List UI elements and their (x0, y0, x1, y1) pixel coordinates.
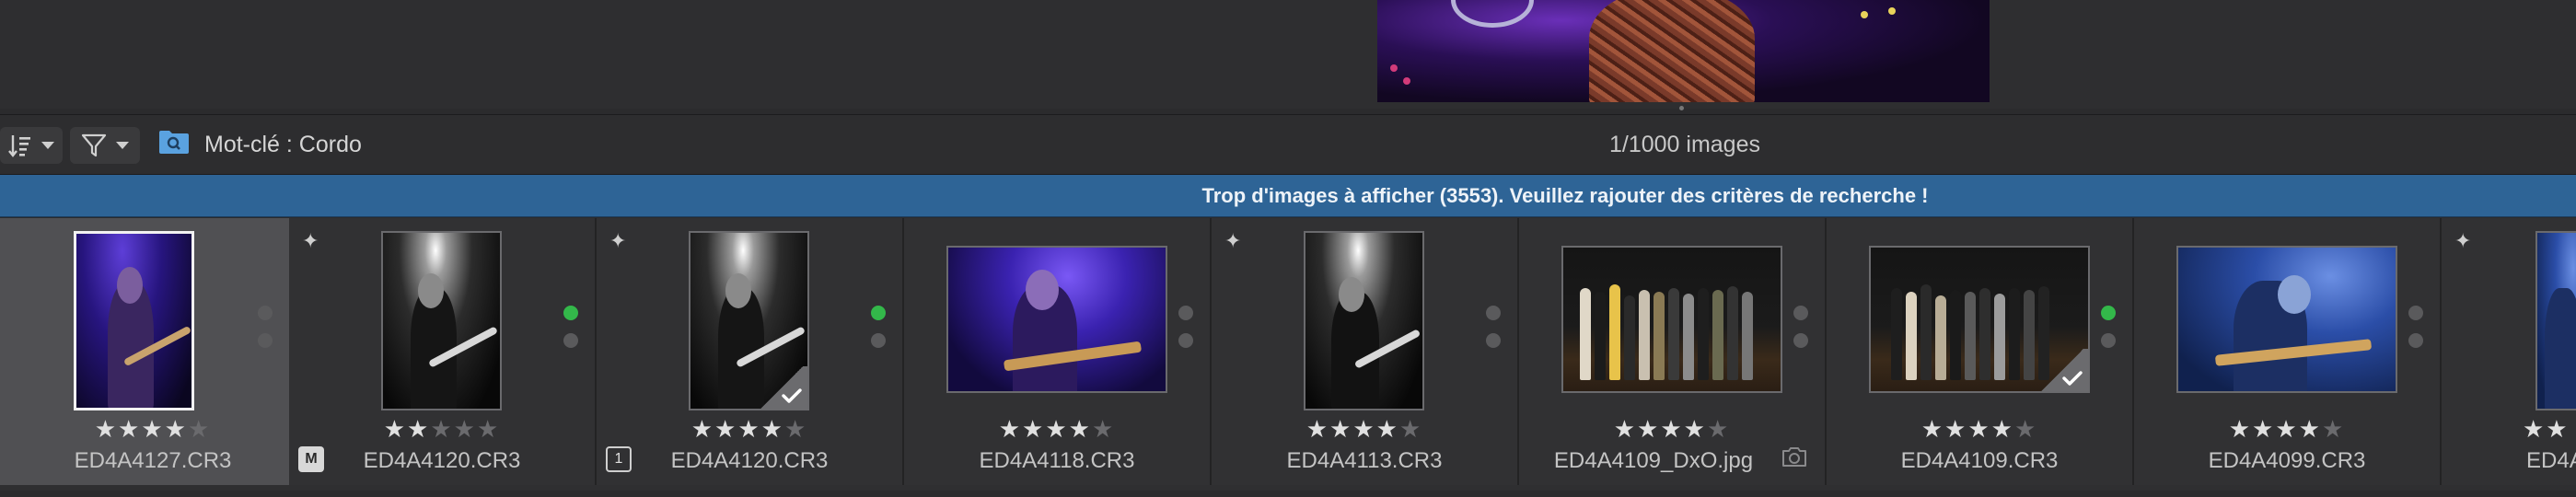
filmstrip-item[interactable]: ★★★★★ ED4A4127.CR3 (0, 218, 307, 485)
warning-text: Trop d'images à afficher (3553). Veuille… (1201, 184, 1929, 207)
preview-dress (1589, 0, 1755, 102)
color-label-dot[interactable] (563, 306, 578, 320)
filmstrip-item[interactable]: ★★★★★ ED4A4099.CR3 (2134, 218, 2442, 485)
chevron-down-icon (116, 142, 129, 149)
checkmark-icon (782, 388, 802, 403)
thumbnail[interactable] (1304, 231, 1424, 410)
star-rating[interactable]: ★★★★★ (0, 415, 306, 444)
splitter-handle[interactable] (1679, 106, 1684, 110)
star-rating[interactable]: ★★★★★ (1519, 415, 1825, 444)
checked-marker (2036, 349, 2088, 391)
filmstrip: ★★★★★ ED4A4127.CR3 ✦ ★★★★★ M ED4A4120.CR… (0, 218, 2576, 491)
filmstrip-item[interactable]: ★★★★★ ED4A4118.CR3 (904, 218, 1212, 485)
star-rating[interactable]: ★★★★★ (904, 415, 1210, 444)
thumbnail[interactable] (381, 231, 502, 410)
color-label-dot[interactable] (871, 306, 886, 320)
stage-light (1861, 11, 1868, 18)
filmstrip-item[interactable]: ✦ ★★★★★ 1 ED4A4120.CR3 (597, 218, 904, 485)
sparkle-icon: ✦ (2454, 229, 2472, 252)
sort-button[interactable] (0, 127, 63, 164)
file-name: ED4A (2526, 448, 2576, 473)
checkmark-icon (2062, 371, 2083, 386)
file-name: ED4A4118.CR3 (979, 448, 1135, 473)
file-name: ED4A4109_DxO.jpg (1553, 448, 1754, 473)
filmstrip-item[interactable]: ★★★★★ ED4A4109.CR3 (1827, 218, 2134, 485)
color-label-dot[interactable] (1486, 306, 1501, 320)
filmstrip-item[interactable]: ✦ ★★★★★ ED4A4113.CR3 (1212, 218, 1519, 485)
camera-icon (1782, 447, 1806, 467)
sparkle-icon: ✦ (302, 229, 319, 252)
thumbnail[interactable] (2176, 246, 2397, 393)
file-name: ED4A4120.CR3 (363, 448, 521, 473)
funnel-icon (81, 133, 107, 157)
color-label-dot[interactable] (1178, 306, 1193, 320)
checked-marker (756, 366, 807, 409)
preview-image (1377, 0, 1990, 102)
color-label-dot[interactable] (258, 306, 273, 320)
thumbnail[interactable] (1869, 246, 2090, 393)
thumbnail[interactable] (689, 231, 809, 410)
preview-microphone (1451, 0, 1534, 28)
stage-light (1403, 77, 1410, 85)
image-count: 1/1000 images (1608, 132, 1760, 157)
color-label-dot[interactable] (2101, 306, 2116, 320)
color-label-dot[interactable] (2408, 306, 2423, 320)
thumbnail[interactable] (1561, 246, 1782, 393)
tag-dot[interactable] (563, 333, 578, 348)
file-name: ED4A4113.CR3 (1286, 448, 1443, 473)
sort-list-icon (8, 135, 30, 157)
tag-dot[interactable] (1486, 333, 1501, 348)
image-viewer (0, 0, 2576, 110)
tag-dot[interactable] (2408, 333, 2423, 348)
tag-dot[interactable] (1178, 333, 1193, 348)
file-name: ED4A4109.CR3 (1900, 448, 2059, 473)
filmstrip-toolbar (0, 114, 2576, 175)
file-name: ED4A4120.CR3 (670, 448, 829, 473)
tag-dot[interactable] (871, 333, 886, 348)
filmstrip-item[interactable]: ✦ ★★★★★ M ED4A4120.CR3 (289, 218, 597, 485)
tag-dot[interactable] (258, 333, 273, 348)
stage-light (1390, 64, 1398, 72)
star-rating[interactable]: ★★★★★ (597, 415, 902, 444)
keyword-filter-label: Mot-clé : Cordo (204, 132, 362, 157)
folder-search-icon (159, 131, 189, 154)
file-name: ED4A4099.CR3 (2208, 448, 2366, 473)
star-rating[interactable]: ★★★★★ (289, 415, 595, 444)
sparkle-icon: ✦ (609, 229, 627, 252)
file-name: ED4A4127.CR3 (74, 448, 232, 473)
tag-dot[interactable] (1793, 333, 1808, 348)
star-rating[interactable]: ★★★★★ (1827, 415, 2132, 444)
filter-button[interactable] (70, 127, 140, 164)
star-rating[interactable]: ★★ (2523, 415, 2570, 444)
star-rating[interactable]: ★★★★★ (2134, 415, 2440, 444)
tag-dot[interactable] (2101, 333, 2116, 348)
thumbnail[interactable] (2535, 231, 2576, 410)
filmstrip-item[interactable]: ✦ ★★ ED4A (2442, 218, 2576, 485)
chevron-down-icon (41, 142, 54, 149)
star-rating[interactable]: ★★★★★ (1212, 415, 1517, 444)
warning-banner: Trop d'images à afficher (3553). Veuille… (0, 175, 2576, 217)
color-label-dot[interactable] (1793, 306, 1808, 320)
stage-light (1888, 7, 1896, 15)
thumbnail[interactable] (946, 246, 1167, 393)
thumbnail[interactable] (74, 231, 194, 410)
sparkle-icon: ✦ (1224, 229, 1242, 252)
